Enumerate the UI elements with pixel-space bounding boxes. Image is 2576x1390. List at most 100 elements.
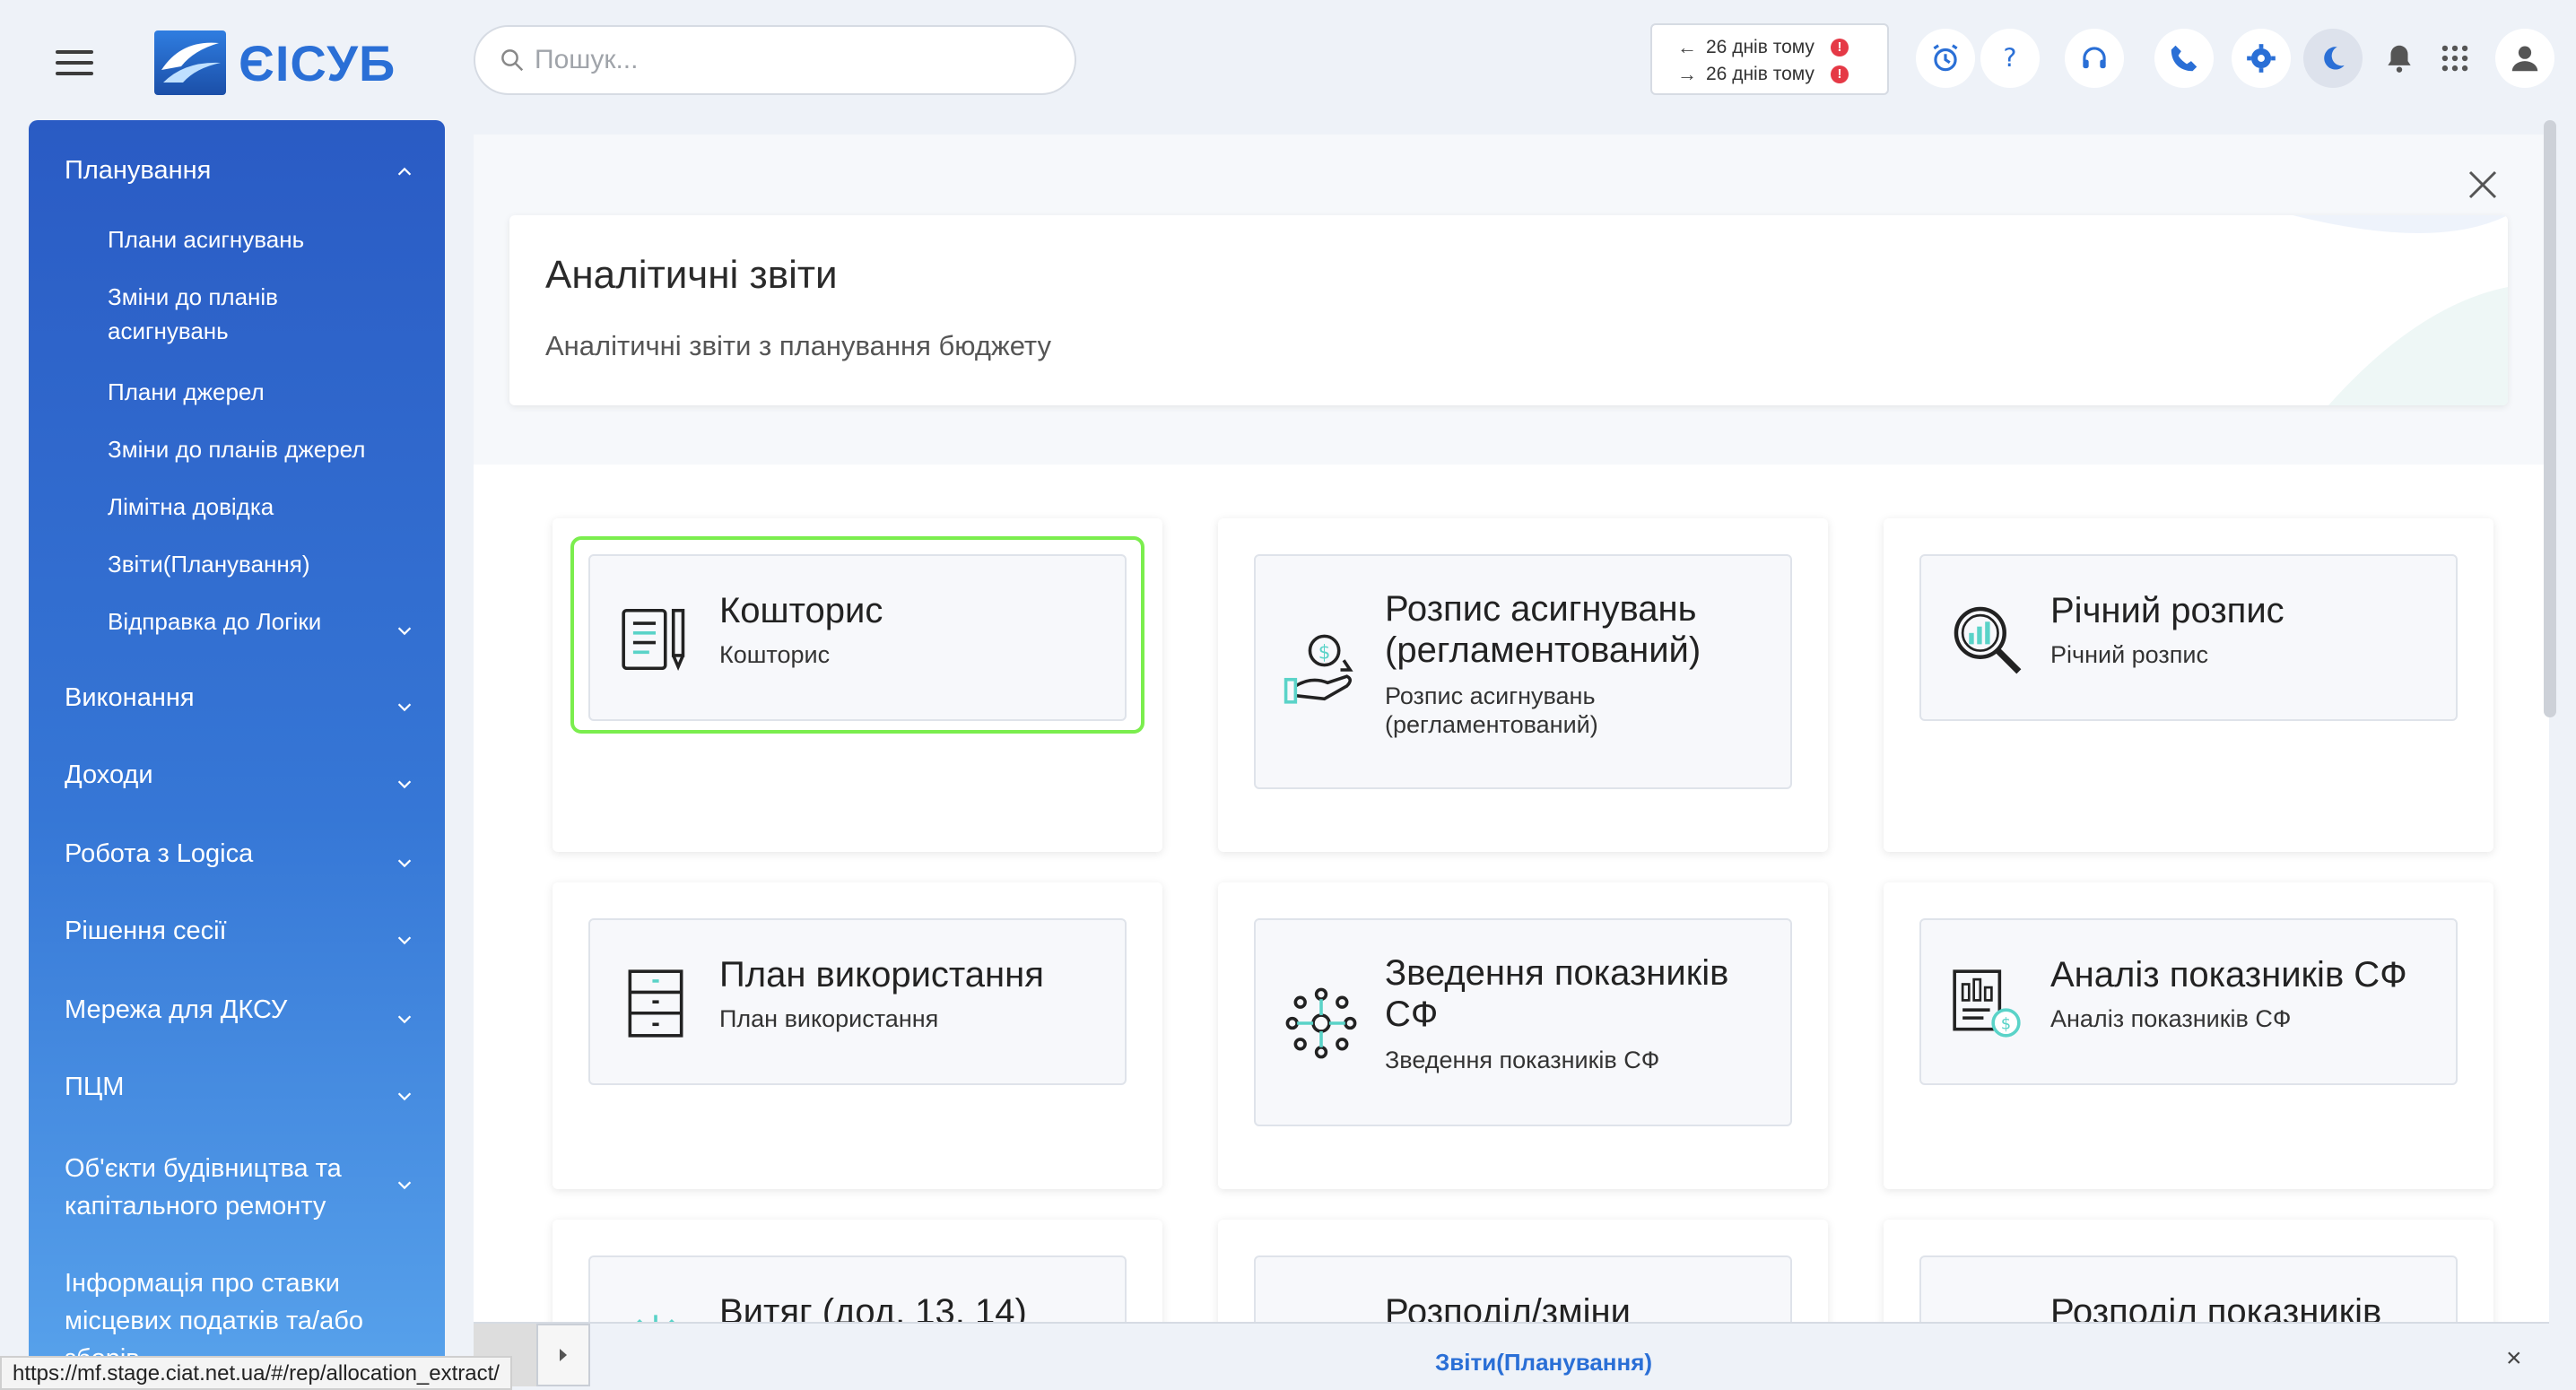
page-title: Аналітичні звіти: [545, 253, 838, 297]
sidebar-section-execution[interactable]: Виконання: [29, 683, 445, 713]
active-tab-title[interactable]: Звіти(Планування): [1435, 1349, 1652, 1377]
sidebar-item-label: Зміни до планів джерел: [108, 436, 366, 463]
report-card-usage-plan: План використання План використання: [553, 882, 1162, 1189]
sidebar-section-label: Об'єкти будівництва та капітального ремо…: [65, 1154, 342, 1221]
chevron-down-icon: [395, 850, 412, 868]
report-tile-usage-plan[interactable]: План використання План використання: [588, 918, 1127, 1085]
sidebar-item-label: Плани асигнувань: [108, 226, 305, 253]
sidebar-item-allocation-plan-changes[interactable]: Зміни до планів асигнувань: [29, 280, 370, 348]
search-box[interactable]: [474, 25, 1076, 95]
report-card-sf-summary: Зведення показників СФ Зведення показник…: [1218, 882, 1828, 1189]
notifications-icon[interactable]: [2370, 29, 2429, 88]
sync-incoming-time: 26 днів тому: [1706, 64, 1815, 84]
chevron-down-icon: [395, 1006, 412, 1024]
sidebar-item-source-plans[interactable]: Плани джерел: [29, 375, 445, 409]
report-card-sf-analysis: $ Аналіз показників СФ Аналіз показників…: [1884, 882, 2493, 1189]
sidebar-item-label: Звіти(Планування): [108, 551, 310, 578]
report-card-annual-schedule: Річний розпис Річний розпис: [1884, 518, 2493, 852]
chevron-down-icon: [395, 1083, 412, 1101]
chevron-down-icon: [395, 771, 412, 789]
money-hand-icon: $: [1284, 634, 1353, 704]
report-tile-allocation-schedule[interactable]: $ Розпис асигнувань (регламентований) Ро…: [1254, 554, 1792, 789]
user-icon[interactable]: [2495, 29, 2554, 88]
decorative-wave: [2293, 215, 2508, 405]
close-icon[interactable]: [2465, 167, 2501, 203]
report-subtitle: Аналіз показників СФ: [2050, 1005, 2292, 1032]
arrow-left-icon: ←: [1677, 36, 1697, 58]
menu-icon[interactable]: [56, 50, 93, 75]
logo-text: ЄІСУБ: [239, 34, 396, 91]
sidebar-section-label: Робота з Logica: [65, 839, 254, 868]
headset-icon[interactable]: [2065, 29, 2124, 88]
tab-scroll-right[interactable]: [536, 1324, 590, 1386]
settings-icon[interactable]: [2232, 29, 2291, 88]
chevron-down-icon: [395, 1175, 412, 1191]
report-subtitle: Річний розпис: [2050, 641, 2208, 668]
sync-status[interactable]: ← 26 днів тому ! → 26 днів тому !: [1650, 23, 1889, 95]
report-card-allocation-schedule: $ Розпис асигнувань (регламентований) Ро…: [1218, 518, 1828, 852]
report-title: План використання: [719, 955, 1044, 995]
sidebar-section-label: Виконання: [65, 683, 195, 712]
report-analysis-icon: $: [1953, 969, 2021, 1038]
report-title: Розпис асигнувань (регламентований): [1385, 589, 1701, 670]
report-subtitle: Розпис асигнувань (регламентований): [1385, 682, 1598, 738]
sidebar-section-dksu-network[interactable]: Мережа для ДКСУ: [29, 995, 445, 1025]
chevron-right-icon: [560, 1349, 567, 1361]
chevron-down-icon: [395, 615, 412, 636]
sidebar-section-label: Доходи: [65, 760, 153, 789]
report-tile-annual-schedule[interactable]: Річний розпис Річний розпис: [1919, 554, 2458, 721]
chevron-down-icon: [395, 927, 412, 945]
page-subtitle: Аналітичні звіти з планування бюджету: [545, 330, 1051, 361]
sidebar-section-pcm[interactable]: ПЦМ: [29, 1073, 445, 1102]
cabinet-icon: [628, 969, 683, 1038]
phone-icon[interactable]: [2154, 29, 2214, 88]
sidebar-section-construction[interactable]: Об'єкти будівництва та капітального ремо…: [29, 1150, 387, 1225]
report-tile-sf-summary[interactable]: Зведення показників СФ Зведення показник…: [1254, 918, 1792, 1126]
search-input[interactable]: [535, 45, 1037, 75]
report-subtitle: Зведення показників СФ: [1385, 1047, 1660, 1073]
sidebar-section-logica[interactable]: Робота з Logica: [29, 839, 445, 869]
report-title: Аналіз показників СФ: [2050, 955, 2407, 995]
report-subtitle: План використання: [719, 1005, 939, 1032]
sync-outgoing-time: 26 днів тому: [1706, 37, 1815, 57]
close-tab-icon[interactable]: ×: [2506, 1343, 2522, 1374]
sidebar-section-label: Планування: [65, 156, 212, 185]
arrow-right-icon: →: [1677, 63, 1697, 85]
svg-text:$: $: [2001, 1015, 2011, 1034]
page-scrollbar[interactable]: [2544, 120, 2556, 717]
sidebar-section-planning[interactable]: Планування: [29, 156, 445, 186]
help-icon[interactable]: ?: [1980, 29, 2040, 88]
sidebar-item-label: Плани джерел: [108, 378, 265, 405]
apps-grid-icon[interactable]: [2425, 29, 2485, 88]
sidebar: Планування Плани асигнувань Зміни до пла…: [29, 120, 445, 1390]
alarm-clock-icon[interactable]: [1916, 29, 1975, 88]
sidebar-item-label: Відправка до Логіки: [108, 608, 322, 635]
report-tile-sf-analysis[interactable]: $ Аналіз показників СФ Аналіз показників…: [1919, 918, 2458, 1085]
dark-mode-icon[interactable]: [2303, 29, 2363, 88]
sidebar-section-session-decisions[interactable]: Рішення сесії: [29, 917, 445, 946]
sync-incoming-row: → 26 днів тому !: [1677, 61, 1887, 88]
reports-grid: Кошторис Кошторис $ Розпис асигнувань (р…: [474, 465, 2549, 1390]
alert-icon: !: [1830, 39, 1849, 56]
svg-text:$: $: [1318, 641, 1331, 664]
report-title: Зведення показників СФ: [1385, 953, 1729, 1034]
search-icon: [501, 49, 524, 72]
selection-highlight: [570, 536, 1144, 734]
sidebar-item-limit-reference[interactable]: Лімітна довідка: [29, 490, 445, 524]
svg-text:?: ?: [2003, 44, 2016, 74]
sidebar-section-label: ПЦМ: [65, 1073, 125, 1101]
sidebar-item-planning-reports[interactable]: Звіти(Планування): [29, 547, 445, 581]
chevron-up-icon: [395, 160, 412, 176]
sidebar-item-source-plan-changes[interactable]: Зміни до планів джерел: [29, 432, 445, 466]
top-header: ЄІСУБ ← 26 днів тому ! → 26 днів тому ! …: [0, 0, 2576, 120]
magnifier-chart-icon: [1954, 606, 2022, 674]
sidebar-item-send-to-logica[interactable]: Відправка до Логіки: [29, 604, 445, 639]
sidebar-section-label: Рішення сесії: [65, 917, 227, 945]
sidebar-section-revenues[interactable]: Доходи: [29, 760, 445, 790]
sidebar-item-allocation-plans[interactable]: Плани асигнувань: [29, 222, 445, 256]
sidebar-section-label: Мережа для ДКСУ: [65, 995, 288, 1024]
status-url: https://mf.stage.ciat.net.ua/#/rep/alloc…: [0, 1356, 512, 1390]
sync-outgoing-row: ← 26 днів тому !: [1677, 34, 1887, 61]
alert-icon: !: [1830, 65, 1849, 83]
app-logo[interactable]: ЄІСУБ: [154, 30, 396, 95]
